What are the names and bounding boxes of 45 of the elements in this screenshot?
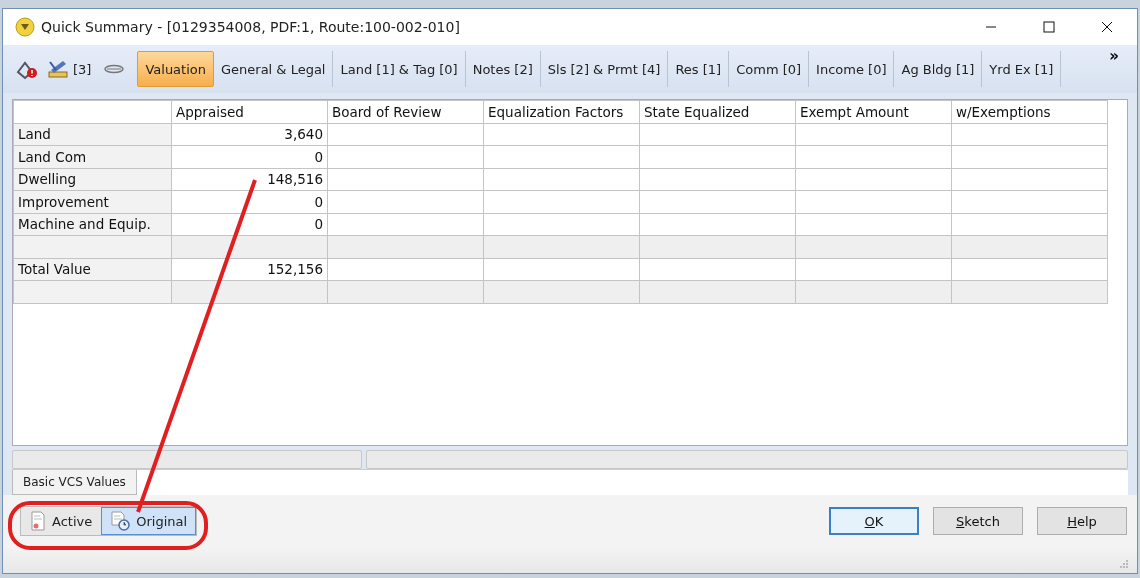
document-icon bbox=[30, 511, 46, 531]
column-header: Equalization Factors bbox=[483, 100, 640, 123]
table-cell: 0 bbox=[171, 145, 328, 168]
close-icon[interactable] bbox=[1101, 21, 1113, 33]
column-header: Exempt Amount bbox=[795, 100, 952, 123]
tab[interactable]: Ag Bldg [1] bbox=[894, 51, 983, 87]
edit-tab[interactable]: [3] bbox=[43, 58, 96, 80]
tab[interactable]: Land [1] & Tag [0] bbox=[333, 51, 466, 87]
column-header: w/Exemptions bbox=[951, 100, 1108, 123]
overflow-chevron[interactable]: » bbox=[1109, 47, 1119, 65]
document-clock-icon bbox=[110, 511, 131, 531]
row-header: Improvement bbox=[13, 190, 172, 213]
row-header: Machine and Equip. bbox=[13, 213, 172, 236]
scrollbar[interactable] bbox=[366, 450, 1128, 469]
row-header: Land bbox=[13, 123, 172, 146]
dialog-button[interactable]: Help bbox=[1037, 507, 1127, 535]
pencil-icon bbox=[47, 58, 69, 80]
table-cell: 152,156 bbox=[171, 258, 328, 281]
row-header: Land Com bbox=[13, 145, 172, 168]
column-header: Appraised bbox=[171, 100, 328, 123]
tab[interactable]: Income [0] bbox=[809, 51, 895, 87]
tab[interactable]: Res [1] bbox=[668, 51, 730, 87]
resize-grip-icon[interactable] bbox=[1119, 559, 1129, 569]
tab[interactable]: Comm [0] bbox=[729, 51, 810, 87]
view-toggle-button[interactable]: Original bbox=[101, 507, 197, 535]
maximize-icon[interactable] bbox=[1043, 21, 1055, 33]
table-cell: 148,516 bbox=[171, 168, 328, 191]
sheet-tab[interactable]: Basic VCS Values bbox=[12, 470, 137, 495]
app-icon bbox=[15, 17, 35, 37]
column-header: Board of Review bbox=[327, 100, 484, 123]
dialog-button[interactable]: OK bbox=[829, 507, 919, 535]
window-title: Quick Summary - [0129354008, PDF:1, Route:100-002-010] bbox=[41, 19, 460, 35]
scrollbar[interactable] bbox=[12, 450, 362, 469]
tab[interactable]: General & Legal bbox=[214, 51, 334, 87]
tab[interactable]: Valuation bbox=[137, 51, 214, 87]
row-header: Total Value bbox=[13, 258, 172, 281]
tab[interactable]: Yrd Ex [1] bbox=[982, 51, 1062, 87]
column-header: State Equalized bbox=[639, 100, 796, 123]
table-cell: 3,640 bbox=[171, 123, 328, 146]
table-cell: 0 bbox=[171, 213, 328, 236]
table-cell: 0 bbox=[171, 190, 328, 213]
dialog-button[interactable]: Sketch bbox=[933, 507, 1023, 535]
tab[interactable]: Sls [2] & Prmt [4] bbox=[540, 51, 669, 87]
tab[interactable]: Notes [2] bbox=[465, 51, 541, 87]
row-header: Dwelling bbox=[13, 168, 172, 191]
